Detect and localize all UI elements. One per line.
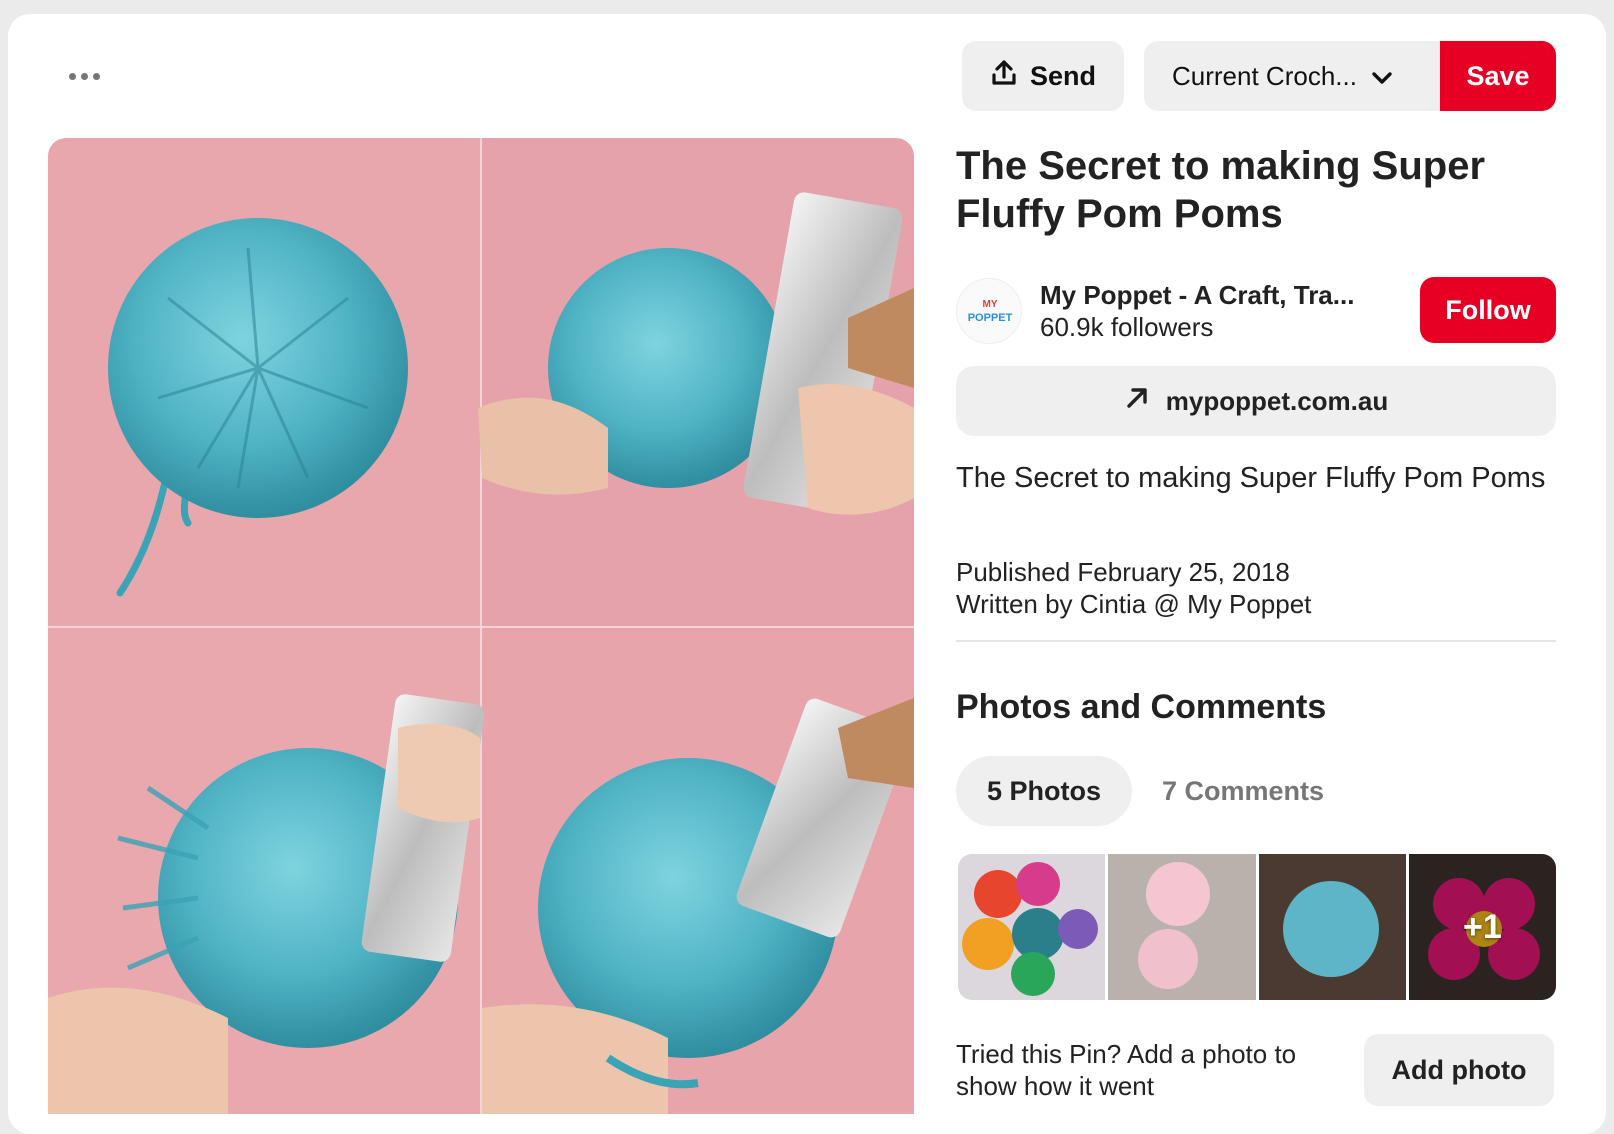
source-link-button[interactable]: mypoppet.com.au	[956, 366, 1556, 436]
creator-name[interactable]: My Poppet - A Craft, Tra...	[1040, 280, 1400, 311]
tab-photos[interactable]: 5 Photos	[956, 756, 1132, 826]
more-photos-count: +1	[1462, 907, 1502, 946]
send-button[interactable]: Send	[962, 41, 1124, 111]
pin-title: The Secret to making Super Fluffy Pom Po…	[956, 144, 1486, 236]
ellipsis-icon	[68, 72, 76, 80]
thumbnail-3[interactable]	[1258, 854, 1406, 1000]
add-photo-button[interactable]: Add photo	[1364, 1034, 1554, 1106]
arrow-up-right-icon	[1124, 385, 1150, 418]
divider	[956, 640, 1556, 642]
share-upload-icon	[990, 59, 1018, 94]
thumbnail-4[interactable]: +1	[1408, 854, 1556, 1000]
ellipsis-dot	[80, 72, 88, 80]
thumbnail-2[interactable]	[1108, 854, 1256, 1000]
board-selector[interactable]: Current Croch...	[1144, 41, 1444, 111]
ellipsis-dot	[92, 72, 100, 80]
save-button[interactable]: Save	[1440, 41, 1556, 111]
follow-button[interactable]: Follow	[1420, 277, 1556, 343]
creator-avatar[interactable]: MY POPPET	[956, 278, 1022, 344]
pin-description: The Secret to making Super Fluffy Pom Po…	[956, 462, 1546, 494]
published-date: Published February 25, 2018	[956, 557, 1290, 587]
more-options-button[interactable]	[56, 58, 112, 94]
author-line: Written by Cintia @ My Poppet	[956, 589, 1312, 619]
svg-text:MY: MY	[983, 299, 998, 310]
tab-comments[interactable]: 7 Comments	[1150, 756, 1336, 826]
pin-meta: Published February 25, 2018 Written by C…	[956, 556, 1556, 620]
tried-pin-prompt: Tried this Pin? Add a photo to show how …	[956, 1039, 1297, 1101]
board-name: Current Croch...	[1172, 60, 1357, 91]
source-link-label: mypoppet.com.au	[1165, 385, 1389, 416]
creator-followers: 60.9k followers	[1040, 312, 1214, 342]
chevron-down-icon	[1371, 61, 1393, 92]
pin-image[interactable]	[48, 138, 914, 1114]
svg-text:POPPET: POPPET	[968, 312, 1013, 324]
send-label: Send	[1029, 60, 1096, 91]
thumbnail-1[interactable]	[958, 854, 1106, 1000]
photo-thumbnails: +1	[958, 854, 1556, 1000]
photos-comments-heading: Photos and Comments	[956, 688, 1327, 726]
